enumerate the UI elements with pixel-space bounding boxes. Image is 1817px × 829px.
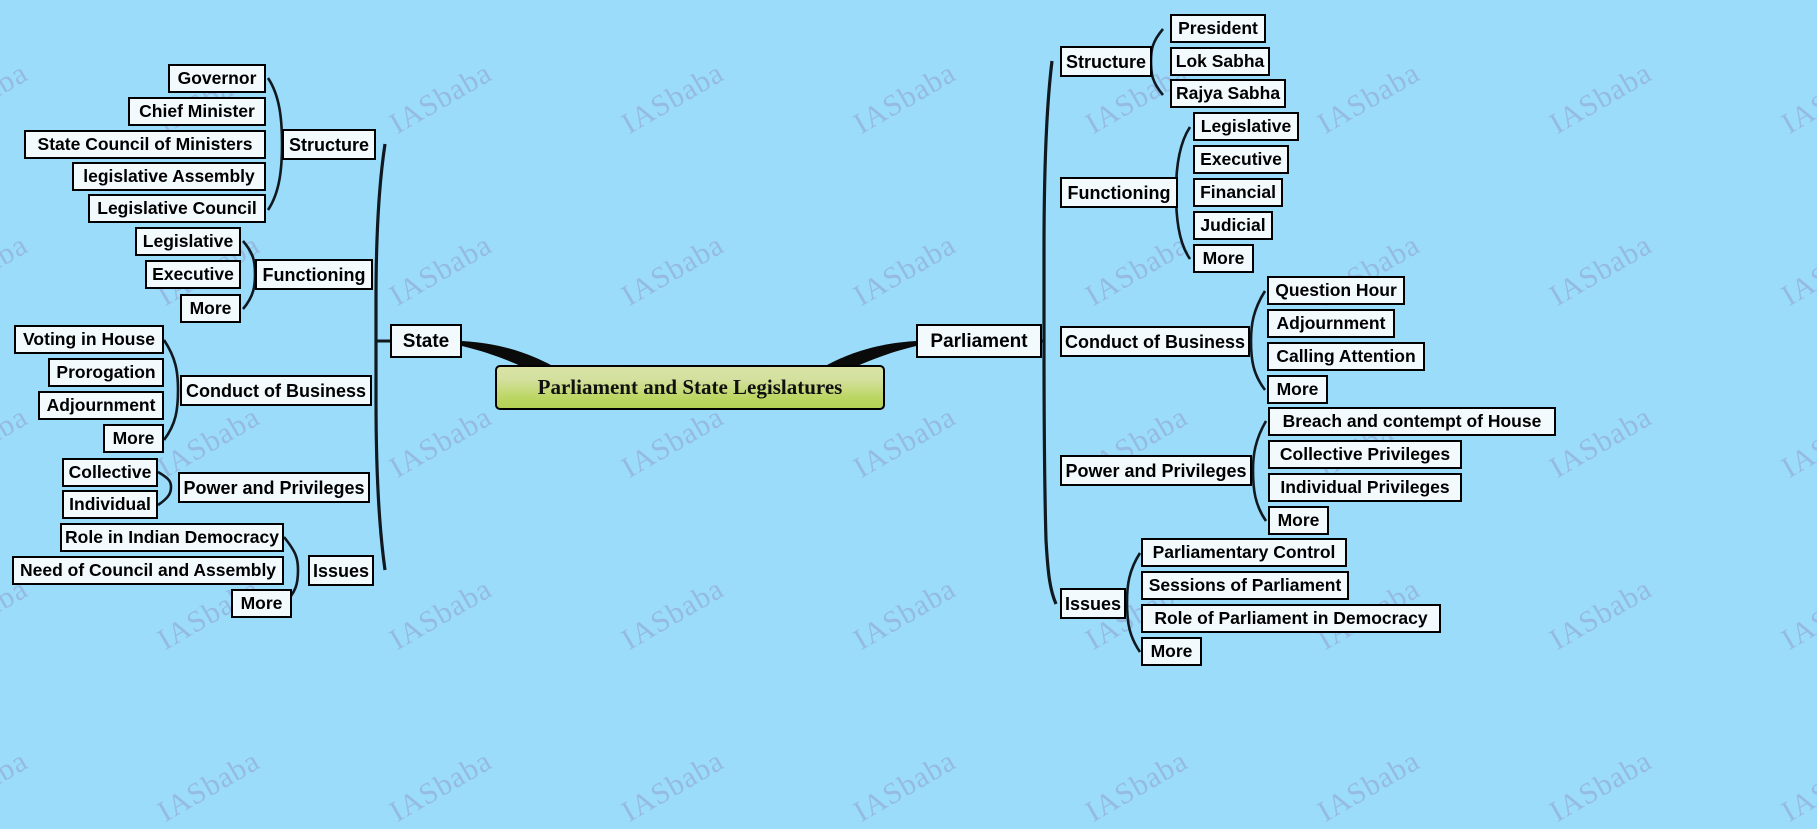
leaf-left-more-issues[interactable]: More	[231, 589, 292, 618]
bundle-left-conduct	[162, 339, 180, 441]
spine-right	[1042, 60, 1058, 605]
watermark-text: IASbaba	[1776, 572, 1817, 657]
leaf-right-sessions-of-parliament[interactable]: Sessions of Parliament	[1141, 571, 1349, 600]
bundle-right-conduct	[1249, 290, 1267, 391]
watermark-text: IASbaba	[1544, 400, 1658, 485]
watermark-text: IASbaba	[1776, 400, 1817, 485]
leaf-right-more-issues[interactable]: More	[1141, 637, 1202, 666]
leaf-left-executive[interactable]: Executive	[145, 260, 241, 289]
watermark-text: IASbaba	[384, 572, 498, 657]
branch-right-power-and-privileges[interactable]: Power and Privileges	[1060, 455, 1252, 486]
watermark-text: IASbaba	[1544, 572, 1658, 657]
watermark-text: IASbaba	[848, 572, 962, 657]
spine-left	[374, 143, 387, 571]
branch-right-functioning[interactable]: Functioning	[1060, 177, 1178, 208]
main-node-parliament[interactable]: Parliament	[916, 324, 1042, 358]
branch-left-issues[interactable]: Issues	[308, 555, 374, 586]
watermark-text: IASbaba	[1776, 56, 1817, 141]
leaf-right-executive[interactable]: Executive	[1193, 145, 1289, 174]
watermark-text: IASbaba	[616, 572, 730, 657]
leaf-left-legislative-assembly[interactable]: legislative Assembly	[72, 162, 266, 191]
bundle-right-power	[1251, 420, 1268, 522]
bundle-right-issues	[1125, 552, 1142, 653]
watermark-text: IASbaba	[384, 56, 498, 141]
leaf-left-legislative-council[interactable]: Legislative Council	[88, 194, 266, 223]
watermark-text: IASbaba	[0, 744, 34, 829]
leaf-left-voting-in-house[interactable]: Voting in House	[14, 325, 164, 354]
central-topic[interactable]: Parliament and State Legislatures	[495, 365, 885, 410]
watermark-text: IASbaba	[0, 400, 34, 485]
bundle-left-functioning	[242, 240, 257, 310]
watermark-text: IASbaba	[1776, 228, 1817, 313]
watermark-text: IASbaba	[384, 744, 498, 829]
watermark-text: IASbaba	[1080, 228, 1194, 313]
watermark-text: IASbaba	[1080, 744, 1194, 829]
branch-right-structure[interactable]: Structure	[1060, 46, 1152, 77]
leaf-right-question-hour[interactable]: Question Hour	[1267, 276, 1405, 305]
leaf-right-breach-and-contempt-of-house[interactable]: Breach and contempt of House	[1268, 407, 1556, 436]
leaf-right-president[interactable]: President	[1170, 14, 1266, 43]
watermark-text: IASbaba	[616, 400, 730, 485]
branch-left-functioning[interactable]: Functioning	[255, 259, 373, 290]
mindmap-canvas: IASbaba IASbaba IASbaba IASbaba IASbaba IASba…	[0, 0, 1817, 829]
leaf-right-calling-attention[interactable]: Calling Attention	[1267, 342, 1425, 371]
leaf-left-prorogation[interactable]: Prorogation	[48, 358, 164, 387]
watermark-text: IASbaba	[616, 56, 730, 141]
leaf-right-individual-privileges[interactable]: Individual Privileges	[1268, 473, 1462, 502]
watermark-text: IASbaba	[1544, 228, 1658, 313]
leaf-left-governor[interactable]: Governor	[168, 64, 266, 93]
leaf-left-collective[interactable]: Collective	[62, 458, 158, 487]
leaf-left-individual[interactable]: Individual	[62, 490, 158, 519]
bundle-right-structure	[1149, 28, 1164, 96]
leaf-left-chief-minister[interactable]: Chief Minister	[128, 97, 266, 126]
branch-left-power-and-privileges[interactable]: Power and Privileges	[178, 472, 370, 503]
leaf-right-financial[interactable]: Financial	[1193, 178, 1283, 207]
watermark-text: IASbaba	[1776, 744, 1817, 829]
leaf-left-state-council-of-ministers[interactable]: State Council of Ministers	[24, 130, 266, 159]
leaf-left-role-in-indian-democracy[interactable]: Role in Indian Democracy	[60, 523, 284, 552]
leaf-left-more-functioning[interactable]: More	[180, 294, 241, 323]
watermark-text: IASbaba	[848, 400, 962, 485]
watermark-text: IASbaba	[384, 228, 498, 313]
watermark-text: IASbaba	[616, 744, 730, 829]
leaf-left-need-of-council-and-assembly[interactable]: Need of Council and Assembly	[12, 556, 284, 585]
leaf-left-legislative[interactable]: Legislative	[135, 227, 241, 256]
watermark-text: IASbaba	[1544, 744, 1658, 829]
watermark-text: IASbaba	[152, 744, 266, 829]
leaf-right-collective-privileges[interactable]: Collective Privileges	[1268, 440, 1462, 469]
leaf-left-more-conduct[interactable]: More	[103, 424, 164, 453]
branch-right-conduct-of-business[interactable]: Conduct of Business	[1060, 326, 1250, 357]
branch-left-structure[interactable]: Structure	[282, 129, 376, 160]
watermark-text: IASbaba	[848, 228, 962, 313]
watermark-text: IASbaba	[1312, 744, 1426, 829]
leaf-right-more-conduct[interactable]: More	[1267, 375, 1328, 404]
bundle-left-structure	[266, 77, 284, 211]
watermark-text: IASbaba	[0, 228, 34, 313]
watermark-text: IASbaba	[384, 400, 498, 485]
leaf-right-judicial[interactable]: Judicial	[1193, 211, 1273, 240]
leaf-right-rajya-sabha[interactable]: Rajya Sabha	[1170, 79, 1286, 108]
bundle-right-functioning	[1174, 126, 1192, 260]
bundle-left-power	[157, 470, 173, 507]
leaf-right-more-power[interactable]: More	[1268, 506, 1329, 535]
leaf-left-adjournment[interactable]: Adjournment	[38, 391, 164, 420]
watermark-text: IASbaba	[1544, 56, 1658, 141]
watermark-text: IASbaba	[1312, 56, 1426, 141]
watermark-text: IASbaba	[0, 56, 34, 141]
leaf-right-parliamentary-control[interactable]: Parliamentary Control	[1141, 538, 1347, 567]
branch-right-issues[interactable]: Issues	[1060, 588, 1126, 619]
leaf-right-more-functioning[interactable]: More	[1193, 244, 1254, 273]
branch-left-conduct-of-business[interactable]: Conduct of Business	[180, 375, 372, 406]
leaf-right-legislative[interactable]: Legislative	[1193, 112, 1299, 141]
main-node-state[interactable]: State	[390, 324, 462, 358]
leaf-right-lok-sabha[interactable]: Lok Sabha	[1170, 47, 1270, 76]
watermark-text: IASbaba	[616, 228, 730, 313]
watermark-text: IASbaba	[848, 56, 962, 141]
watermark-text: IASbaba	[848, 744, 962, 829]
leaf-right-adjournment[interactable]: Adjournment	[1267, 309, 1395, 338]
leaf-right-role-of-parliament-in-democracy[interactable]: Role of Parliament in Democracy	[1141, 604, 1441, 633]
